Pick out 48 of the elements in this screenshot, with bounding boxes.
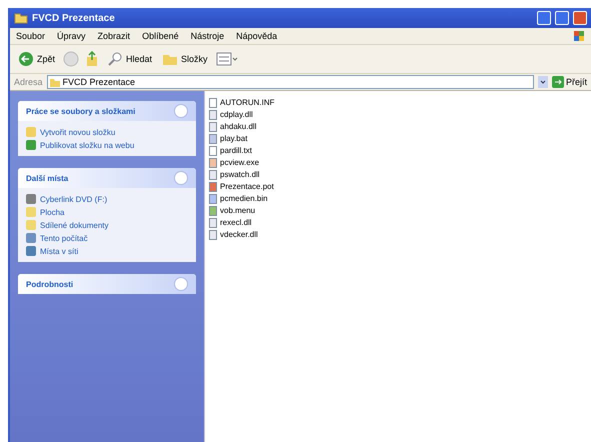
file-item[interactable]: play.bat: [209, 133, 587, 144]
file-item[interactable]: vdecker.dll: [209, 229, 587, 240]
collapse-button[interactable]: [174, 104, 188, 118]
menu-item[interactable]: Oblíbené: [142, 31, 179, 41]
file-item[interactable]: pcview.exe: [209, 157, 587, 168]
task-link[interactable]: Cyberlink DVD (F:): [26, 194, 188, 204]
file-item[interactable]: AUTORUN.INF: [209, 97, 587, 108]
address-field[interactable]: FVCD Prezentace: [46, 75, 534, 89]
file-item[interactable]: pswatch.dll: [209, 169, 587, 180]
task-link[interactable]: Místa v síti: [26, 246, 188, 256]
task-link[interactable]: Tento počítač: [26, 233, 188, 243]
collapse-button[interactable]: [174, 171, 188, 185]
menu-item[interactable]: Soubor: [16, 31, 46, 41]
menu-item[interactable]: Zobrazit: [98, 31, 130, 41]
menu-item[interactable]: Nástroje: [190, 31, 224, 41]
file-item[interactable]: vob.menu: [209, 205, 587, 216]
views-button[interactable]: [216, 52, 238, 66]
task-link[interactable]: Sdílené dokumenty: [26, 220, 188, 230]
go-button[interactable]: Přejít: [552, 76, 587, 88]
folder-icon: [14, 12, 28, 24]
file-item[interactable]: cdplay.dll: [209, 109, 587, 120]
task-link[interactable]: Publikovat složku na webu: [26, 140, 188, 150]
folders-button[interactable]: Složky: [160, 49, 210, 69]
folder-icon: [50, 78, 60, 86]
task-link[interactable]: Vytvořit novou složku: [26, 127, 188, 137]
file-item[interactable]: pcmedien.bin: [209, 193, 587, 204]
dropdown-button[interactable]: [538, 76, 548, 88]
file-item[interactable]: pardill.txt: [209, 145, 587, 156]
panel-title: Podrobnosti: [26, 280, 74, 288]
maximize-button[interactable]: [555, 11, 569, 25]
panel-title: Práce se soubory a složkami: [26, 106, 136, 116]
collapse-button[interactable]: [174, 277, 188, 291]
file-item[interactable]: Prezentace.pot: [209, 181, 587, 192]
search-icon: [107, 51, 124, 67]
window-title: FVCD Prezentace: [32, 12, 116, 24]
menu-item[interactable]: Nápověda: [236, 31, 278, 41]
file-item[interactable]: ahdaku.dll: [209, 121, 587, 132]
minimize-button[interactable]: [537, 11, 551, 25]
close-button[interactable]: [573, 11, 587, 25]
file-item[interactable]: rexecl.dll: [209, 217, 587, 228]
windows-logo-icon: [573, 30, 585, 42]
up-folder-icon[interactable]: [85, 51, 100, 67]
menu-item[interactable]: Úpravy: [57, 31, 86, 41]
search-button[interactable]: Hledat: [105, 49, 154, 69]
back-button[interactable]: Zpět: [16, 49, 58, 69]
task-link[interactable]: Plocha: [26, 207, 188, 217]
panel-title: Další místa: [26, 174, 68, 182]
address-label: Adresa: [14, 77, 43, 87]
